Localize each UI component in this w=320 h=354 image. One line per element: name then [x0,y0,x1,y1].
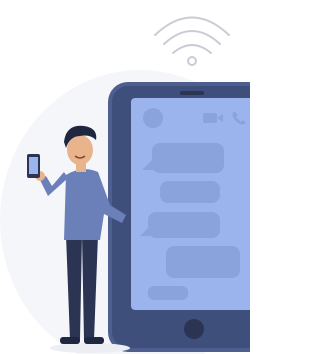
ground-shadow [50,343,130,353]
chat-bubble [152,143,224,173]
contact-avatar [143,108,163,128]
chat-bubble [148,212,220,238]
phone-speaker [180,91,204,95]
chat-bubble [160,181,220,203]
large-smartphone [108,82,250,352]
illustration-svg [0,16,250,354]
small-phone-icon [27,154,40,178]
illustration-scene [0,0,250,354]
phone-screen [131,98,250,310]
wifi-icon [154,16,230,66]
chat-bubble [148,286,188,300]
phone-home-button [184,319,204,339]
chat-bubble [166,246,240,278]
